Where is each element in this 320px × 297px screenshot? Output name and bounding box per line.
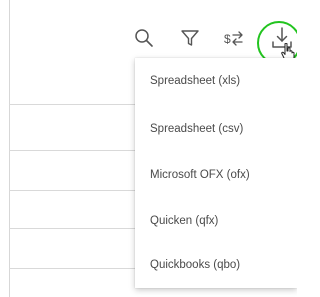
- table-row-divider: [9, 268, 149, 269]
- menu-item-ofx[interactable]: Microsoft OFX (ofx): [135, 155, 297, 195]
- menu-item-qbo[interactable]: Quickbooks (qbo): [135, 245, 297, 285]
- table-row-divider: [9, 228, 149, 229]
- menu-item-xls[interactable]: Spreadsheet (xls): [135, 61, 297, 101]
- export-menu: Spreadsheet (xls) Spreadsheet (csv) Micr…: [135, 58, 297, 288]
- swap-icon[interactable]: $: [224, 30, 244, 48]
- search-icon[interactable]: [134, 28, 154, 48]
- svg-text:$: $: [224, 32, 231, 46]
- page: $ Spreadsheet (xls) Spreadsheet (csv) Mi…: [0, 0, 297, 297]
- menu-item-qfx[interactable]: Quicken (qfx): [135, 201, 297, 241]
- menu-item-csv[interactable]: Spreadsheet (csv): [135, 109, 297, 149]
- table-row-divider: [9, 104, 149, 105]
- table-row-divider: [9, 190, 149, 191]
- filter-icon[interactable]: [180, 28, 200, 48]
- table-row-divider: [9, 150, 149, 151]
